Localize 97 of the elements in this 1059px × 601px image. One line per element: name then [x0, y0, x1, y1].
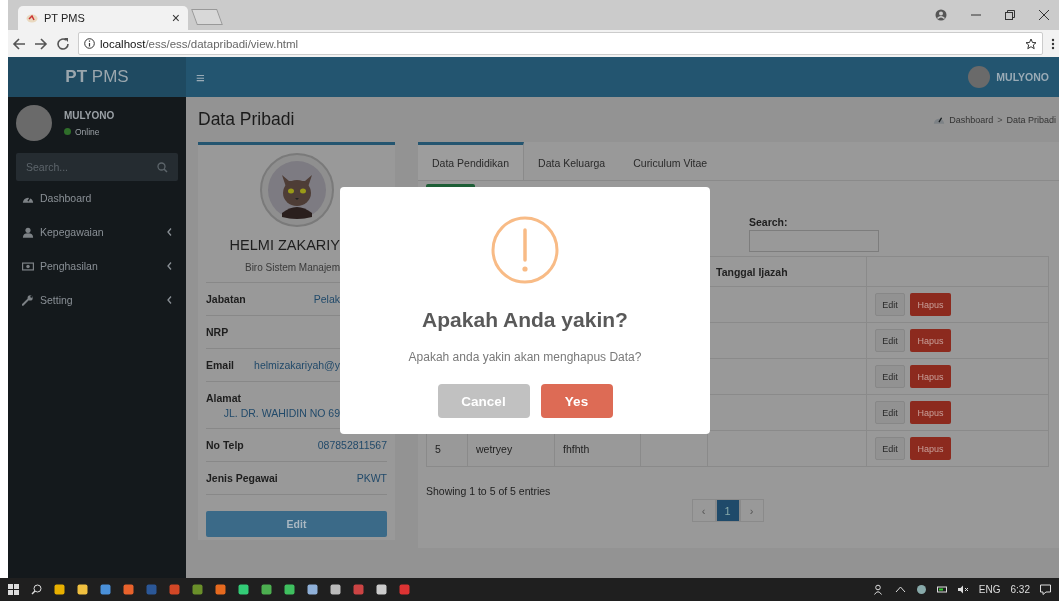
sidebar-item[interactable]: Setting: [8, 283, 186, 317]
field-label: Email: [206, 359, 234, 371]
delete-button[interactable]: Hapus: [910, 437, 951, 460]
table-cell: 5: [435, 442, 441, 455]
delete-button[interactable]: Hapus: [910, 293, 951, 316]
chevron-left-icon: [167, 228, 172, 236]
delete-button[interactable]: Hapus: [910, 401, 951, 424]
favicon-icon: [26, 13, 38, 23]
wrench-icon: [22, 294, 34, 306]
row-edit-button[interactable]: Edit: [875, 437, 905, 460]
app-logo[interactable]: PT PMS: [8, 57, 186, 97]
breadcrumb-link[interactable]: Dashboard: [949, 114, 994, 125]
search-icon[interactable]: [31, 584, 42, 595]
search-label: Search:: [749, 216, 789, 228]
sidebar-search-field[interactable]: Search...: [16, 153, 178, 181]
field-label: No Telp: [206, 439, 244, 451]
field-value: Pelak: [313, 293, 341, 305]
app-icon[interactable]: [330, 584, 341, 595]
speaker-muted-icon[interactable]: [957, 584, 969, 595]
app-icon[interactable]: [261, 584, 272, 595]
row-edit-button[interactable]: Edit: [875, 293, 905, 316]
app-icon[interactable]: [215, 584, 226, 595]
table-cell: fhfhth: [563, 442, 590, 455]
field-label: NRP: [206, 326, 229, 338]
sidebar-item[interactable]: Penghasilan: [8, 249, 186, 283]
app-icon[interactable]: [284, 584, 295, 595]
previous-page-button[interactable]: ‹: [691, 499, 716, 522]
edit-button[interactable]: Edit: [206, 511, 387, 537]
field-label: Jabatan: [206, 293, 246, 305]
chevron-up-icon[interactable]: [894, 584, 906, 595]
tab[interactable]: Data Keluarga: [524, 142, 620, 180]
app-icon[interactable]: [376, 584, 387, 595]
user-name: MULYONO: [64, 109, 115, 121]
warning-icon: [491, 216, 559, 284]
notification-icon[interactable]: [1040, 584, 1051, 595]
row-edit-button[interactable]: Edit: [875, 329, 905, 352]
field-label: Alamat: [206, 391, 242, 404]
app-icon[interactable]: [100, 584, 111, 595]
sidebar-item[interactable]: Kepegawaian: [8, 215, 186, 249]
tab[interactable]: Curiculum Vitae: [619, 142, 722, 180]
star-icon[interactable]: [1025, 37, 1037, 50]
close-icon[interactable]: [1039, 10, 1049, 20]
app-icon[interactable]: [238, 584, 249, 595]
search-field[interactable]: [749, 230, 879, 252]
profile-name: HELMI ZAKARIY: [228, 237, 341, 253]
field-label: Jenis Pegawai: [206, 472, 278, 484]
account-icon[interactable]: [935, 9, 947, 21]
app-icon[interactable]: [77, 584, 88, 595]
dialog-title: Apakah Anda yakin?: [422, 308, 628, 332]
field-value: PKWT: [356, 472, 387, 484]
app-icon[interactable]: [307, 584, 318, 595]
address-field[interactable]: localhost/ess/ess/datapribadi/view.html: [78, 32, 1043, 55]
user-menu[interactable]: MULYONO: [968, 66, 1049, 88]
chevron-left-icon: [167, 296, 172, 304]
avatar-photo: [968, 66, 991, 88]
browser-tab[interactable]: PT PMS ×: [18, 6, 188, 30]
app-icon[interactable]: [192, 584, 203, 595]
user-status: Online: [75, 126, 100, 137]
tab-close-button[interactable]: ×: [171, 10, 180, 26]
row-edit-button[interactable]: Edit: [875, 401, 905, 424]
row-edit-button[interactable]: Edit: [875, 365, 905, 388]
field-value: helmizakariyah@y: [254, 359, 341, 371]
next-page-button[interactable]: ›: [739, 499, 764, 522]
banknote-icon: [22, 260, 34, 272]
menu-icon[interactable]: [1051, 37, 1055, 50]
table-info: Showing 1 to 5 of 5 entries: [426, 485, 552, 497]
forward-icon[interactable]: [34, 36, 48, 51]
clock[interactable]: 6:32: [1010, 584, 1030, 595]
page-title: Data Pribadi: [198, 109, 295, 130]
app-icon[interactable]: [54, 584, 65, 595]
field-value: JL. DR. WAHIDIN NO 69: [223, 406, 341, 419]
field-value: 087852811567: [317, 439, 387, 451]
page-button[interactable]: 1: [715, 499, 740, 522]
sidebar-item[interactable]: Dashboard: [8, 181, 186, 215]
tab[interactable]: Data Pendidikan: [418, 142, 525, 180]
battery-icon[interactable]: [936, 584, 948, 595]
tab-title: PT PMS: [44, 12, 86, 24]
user-photo: [16, 105, 52, 141]
confirm-button[interactable]: Yes: [540, 384, 613, 418]
user-icon: [22, 226, 34, 238]
table-cell: wetryey: [476, 442, 513, 455]
breadcrumb-link[interactable]: Data Pribadi: [1006, 114, 1056, 125]
reload-icon[interactable]: [56, 36, 70, 51]
dialog-message: Apakah anda yakin akan menghapus Data?: [408, 350, 642, 364]
delete-button[interactable]: Hapus: [910, 329, 951, 352]
app-icon[interactable]: [123, 584, 134, 595]
menu-toggle[interactable]: ≡: [196, 68, 205, 86]
back-icon[interactable]: [12, 36, 26, 51]
status-dot: [64, 128, 71, 135]
language-indicator[interactable]: ENG: [978, 584, 1001, 595]
windows-start-icon[interactable]: [8, 584, 19, 595]
restore-icon[interactable]: [1005, 10, 1015, 20]
breadcrumb-separator: >: [997, 114, 1003, 125]
delete-button[interactable]: Hapus: [910, 365, 951, 388]
column-header: Tanggal Ijazah: [716, 265, 788, 278]
chevron-left-icon: [167, 262, 172, 270]
info-icon: [84, 38, 95, 49]
